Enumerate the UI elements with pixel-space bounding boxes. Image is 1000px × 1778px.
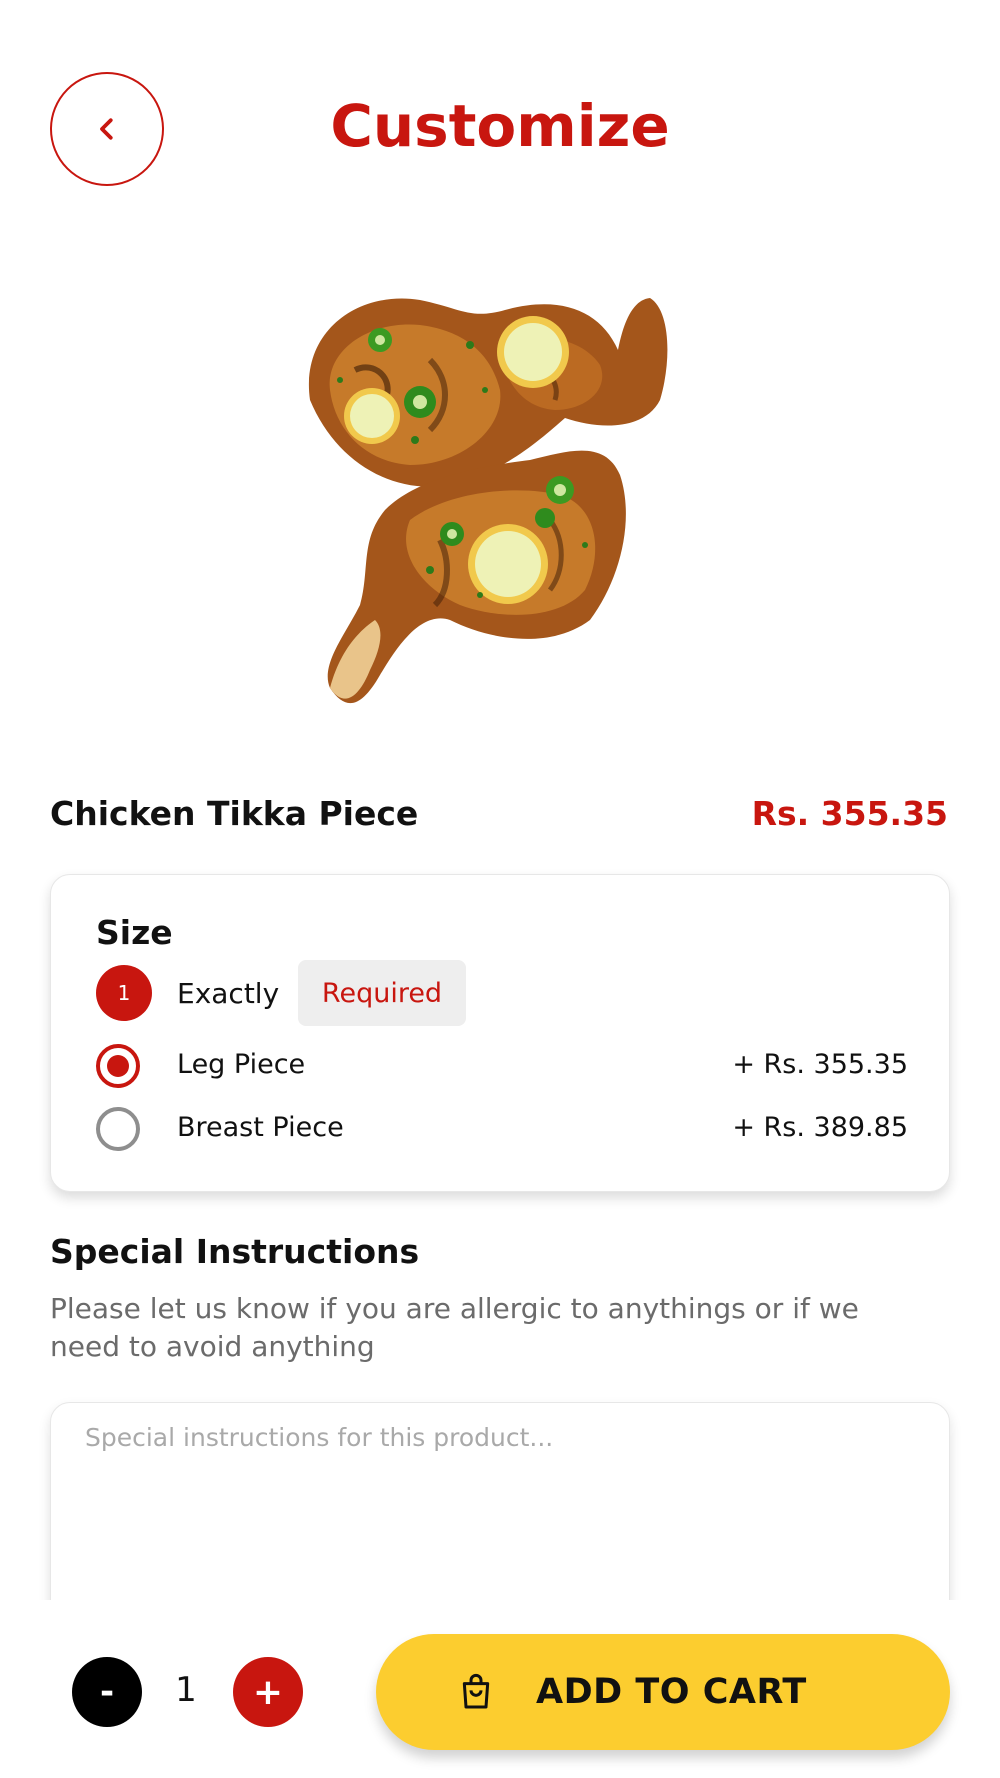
product-name: Chicken Tikka Piece (50, 794, 419, 833)
add-to-cart-button[interactable]: ADD TO CART (376, 1634, 950, 1750)
add-to-cart-label: ADD TO CART (536, 1672, 807, 1712)
option-price: + Rs. 389.85 (732, 1112, 908, 1143)
radio-unselected[interactable] (96, 1107, 140, 1151)
radio-selected[interactable] (96, 1044, 140, 1088)
selection-rule-label: Exactly (177, 977, 280, 1010)
product-image (308, 298, 668, 704)
special-instructions-input[interactable] (85, 1423, 915, 1623)
size-option-breast-piece[interactable]: Breast Piece + Rs. 389.85 (96, 1104, 908, 1154)
option-label: Leg Piece (177, 1049, 306, 1080)
bottom-action-bar: - 1 + ADD TO CART (0, 1600, 1000, 1778)
quantity-value: 1 (175, 1670, 197, 1710)
size-title: Size (96, 913, 173, 952)
size-option-leg-piece[interactable]: Leg Piece + Rs. 355.35 (96, 1041, 908, 1091)
required-badge: Required (298, 960, 466, 1026)
selection-count-badge: 1 (96, 965, 152, 1021)
decrease-quantity-button[interactable]: - (72, 1657, 142, 1727)
increase-quantity-button[interactable]: + (233, 1657, 303, 1727)
customize-screen: Customize Chicken Tikka Piece Rs. 355.35… (0, 0, 1000, 1778)
option-label: Breast Piece (177, 1112, 344, 1143)
special-instructions-title: Special Instructions (50, 1232, 420, 1271)
product-price: Rs. 355.35 (751, 794, 948, 833)
shopping-bag-icon (462, 1673, 490, 1709)
option-price: + Rs. 355.35 (732, 1049, 908, 1080)
page-title: Customize (330, 92, 670, 160)
size-options-card: Size 1 Exactly Required Leg Piece + Rs. … (50, 874, 950, 1192)
special-instructions-description: Please let us know if you are allergic t… (50, 1292, 859, 1363)
